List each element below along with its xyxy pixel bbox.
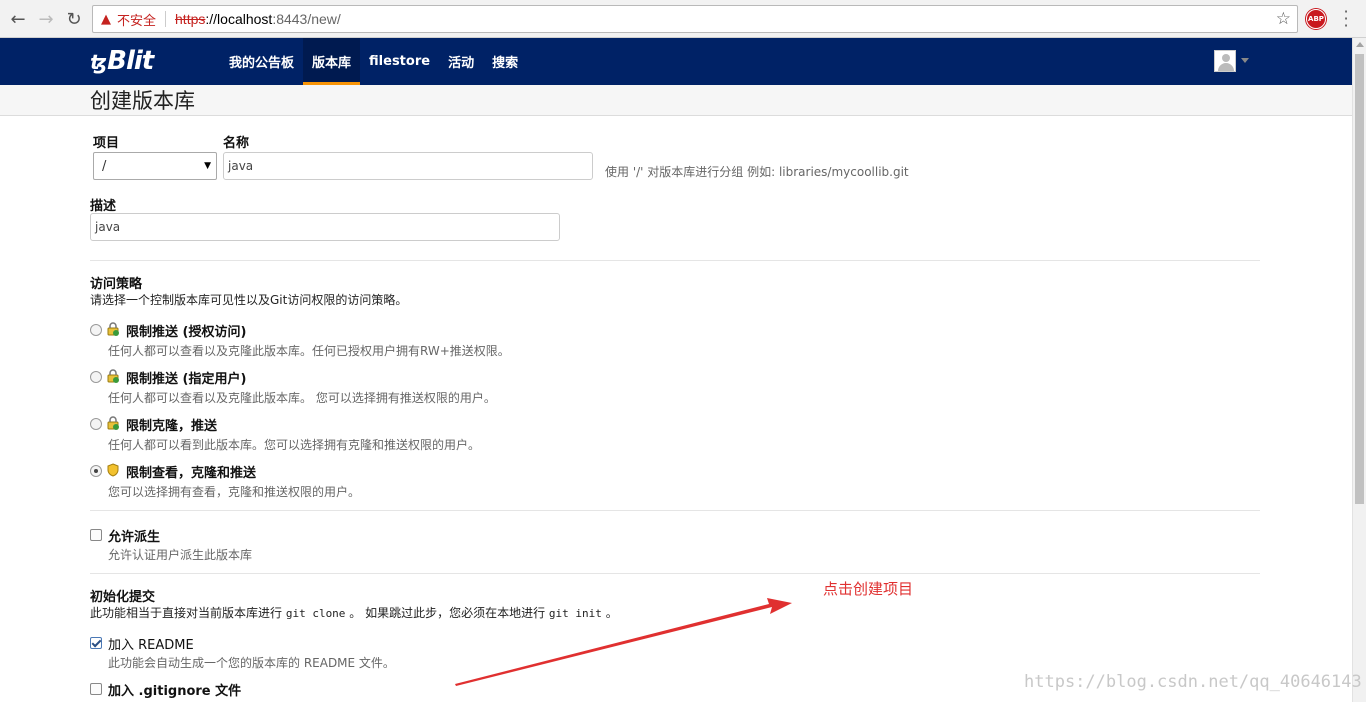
annotation-arrow-icon <box>455 598 792 686</box>
annotation-text: 点击创建项目 <box>823 580 914 598</box>
watermark: https://blog.csdn.net/qq_40646143 <box>1024 672 1362 692</box>
scroll-thumb[interactable] <box>1355 54 1364 504</box>
page-scrollbar[interactable] <box>1352 38 1366 702</box>
scroll-up-icon[interactable] <box>1356 42 1364 47</box>
